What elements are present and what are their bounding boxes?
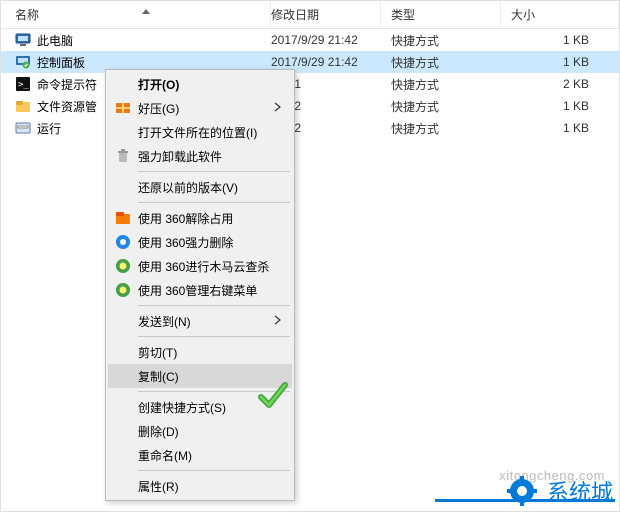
menu-item-label: 删除(D)	[134, 423, 286, 440]
col-header-name[interactable]: 名称	[1, 1, 271, 28]
file-name: 此电脑	[37, 32, 73, 49]
menu-separator	[138, 305, 290, 306]
menu-item[interactable]: 还原以前的版本(V)	[108, 175, 292, 199]
column-header: 名称 修改日期 类型 大小	[1, 1, 619, 29]
menu-item-label: 使用 360解除占用	[134, 210, 286, 227]
menu-item-label: 使用 360管理右键菜单	[134, 282, 286, 299]
file-name: 控制面板	[37, 54, 85, 71]
file-list: 此电脑2017/9/29 21:42快捷方式1 KB控制面板2017/9/29 …	[1, 29, 619, 139]
file-size: 2 KB	[501, 77, 619, 91]
file-icon	[15, 98, 31, 114]
menu-item[interactable]: 剪切(T)	[108, 340, 292, 364]
file-type: 快捷方式	[381, 32, 501, 49]
file-size: 1 KB	[501, 99, 619, 113]
menu-item-label: 剪切(T)	[134, 344, 286, 361]
file-size: 1 KB	[501, 33, 619, 47]
file-date: 2017/9/29 21:42	[271, 55, 381, 69]
file-type: 快捷方式	[381, 76, 501, 93]
table-row[interactable]: 文件资源管21:42快捷方式1 KB	[1, 95, 619, 117]
file-type: 快捷方式	[381, 54, 501, 71]
file-icon: >_	[15, 76, 31, 92]
menu-item-label: 打开文件所在的位置(I)	[134, 124, 286, 141]
file-type: 快捷方式	[381, 120, 501, 137]
menu-item[interactable]: 打开文件所在的位置(I)	[108, 120, 292, 144]
menu-item[interactable]: 使用 360强力删除	[108, 230, 292, 254]
file-name: 文件资源管	[37, 98, 97, 115]
menu-item-label: 属性(R)	[134, 478, 286, 495]
menu-item-label: 使用 360进行木马云查杀	[134, 258, 286, 275]
file-date: 2017/9/29 21:42	[271, 33, 381, 47]
table-row[interactable]: 控制面板 2017/9/29 21:42快捷方式1 KB	[1, 51, 619, 73]
menu-item-label: 好压(G)	[134, 100, 274, 117]
col-header-date[interactable]: 修改日期	[271, 1, 381, 28]
menu-item-label: 还原以前的版本(V)	[134, 179, 286, 196]
file-icon	[15, 120, 31, 136]
chevron-right-icon	[274, 101, 286, 115]
file-icon	[15, 32, 31, 48]
menu-item-label: 使用 360强力删除	[134, 234, 286, 251]
col-header-size[interactable]: 大小	[501, 1, 619, 28]
menu-item[interactable]: 使用 360进行木马云查杀	[108, 254, 292, 278]
svg-text:>_: >_	[18, 80, 29, 90]
table-row[interactable]: 此电脑 2017/9/29 21:42快捷方式1 KB	[1, 29, 619, 51]
menu-item-label: 强力卸载此软件	[134, 148, 286, 165]
menu-item-icon	[112, 210, 134, 226]
menu-item[interactable]: 使用 360管理右键菜单	[108, 278, 292, 302]
menu-item-label: 打开(O)	[134, 76, 286, 93]
menu-item[interactable]: 重命名(M)	[108, 443, 292, 467]
menu-item[interactable]: 打开(O)	[108, 72, 292, 96]
menu-item-icon	[112, 148, 134, 164]
col-header-type[interactable]: 类型	[381, 1, 501, 28]
menu-separator	[138, 202, 290, 203]
chevron-right-icon	[274, 314, 286, 328]
menu-item[interactable]: 发送到(N)	[108, 309, 292, 333]
menu-item-icon	[112, 234, 134, 250]
menu-item-icon	[112, 282, 134, 298]
file-size: 1 KB	[501, 121, 619, 135]
menu-item[interactable]: 属性(R)	[108, 474, 292, 498]
menu-separator	[138, 171, 290, 172]
file-name: 运行	[37, 120, 61, 137]
brand-logo: 系统城	[507, 475, 613, 507]
menu-item[interactable]: 使用 360解除占用	[108, 206, 292, 230]
menu-separator	[138, 336, 290, 337]
file-name: 命令提示符	[37, 76, 97, 93]
menu-item-label: 重命名(M)	[134, 447, 286, 464]
file-size: 1 KB	[501, 55, 619, 69]
brand-text: 系统城	[547, 475, 613, 507]
menu-item-icon	[112, 100, 134, 116]
file-type: 快捷方式	[381, 98, 501, 115]
table-row[interactable]: >_命令提示符21:41快捷方式2 KB	[1, 73, 619, 95]
menu-item[interactable]: 好压(G)	[108, 96, 292, 120]
menu-item-icon	[112, 258, 134, 274]
menu-separator	[138, 470, 290, 471]
menu-item[interactable]: 强力卸载此软件	[108, 144, 292, 168]
checkmark-overlay	[255, 377, 291, 416]
table-row[interactable]: 运行21:42快捷方式1 KB	[1, 117, 619, 139]
menu-item-label: 发送到(N)	[134, 313, 274, 330]
context-menu: 打开(O) 好压(G) 打开文件所在的位置(I) 强力卸载此软件还原以前的版本(V) 使…	[105, 69, 295, 501]
file-icon	[15, 54, 31, 70]
menu-item[interactable]: 删除(D)	[108, 419, 292, 443]
